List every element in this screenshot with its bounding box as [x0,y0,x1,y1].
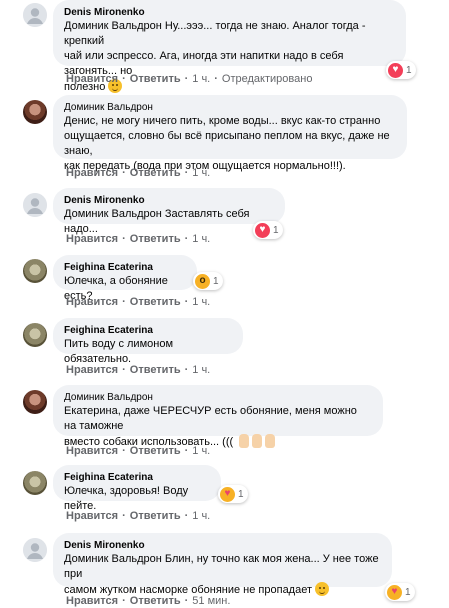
like-button[interactable]: Нравится [66,233,118,245]
comment-text: Денис, не могу ничего пить, кроме воды..… [64,115,390,172]
like-button[interactable]: Нравится [66,595,118,607]
avatar[interactable] [23,471,47,495]
mention-link[interactable]: Доминик Вальдрон [64,208,162,220]
wow-reaction-icon: o [195,273,210,289]
mention-link[interactable]: Доминик Вальдрон [64,553,162,565]
comment-author[interactable]: Доминик Вальдрон [64,391,371,404]
avatar[interactable] [23,390,47,414]
comment-time[interactable]: 1 ч. [192,296,210,308]
avatar[interactable] [23,259,47,283]
avatar[interactable] [23,538,47,562]
comment-time[interactable]: 1 ч. [192,510,210,522]
comment-actions: Нравится · Ответить · 1 ч. [66,445,211,457]
avatar[interactable] [23,323,47,347]
comment-author[interactable]: Denis Mironenko [64,194,273,207]
like-button[interactable]: Нравится [66,167,118,179]
comment-actions: Нравится · Ответить · 1 ч. [66,233,211,245]
comment-time[interactable]: 1 ч. [192,233,210,245]
love-reaction-icon: ♥ [388,62,403,78]
reaction-count[interactable]: ♥ 1 [218,485,248,503]
comment-author[interactable]: Feighina Ecaterina [64,324,231,337]
like-button[interactable]: Нравится [66,364,118,376]
hand-emoji-icon [252,434,263,448]
reaction-count[interactable]: o1 [193,272,223,290]
comment-bubble: Denis Mironenko Доминик Вальдрон Заставл… [53,188,285,235]
reply-button[interactable]: Ответить [130,296,181,308]
comment-actions: Нравится · Ответить · 1 ч. · Отредактирован… [66,73,313,85]
comment-text: Пить воду с лимоном обязательно. [64,338,174,365]
comment-bubble: Denis Mironenko Доминик Вальдрон Блин, н… [53,533,392,596]
avatar[interactable] [23,193,47,217]
avatar[interactable] [23,3,47,27]
comment-time[interactable]: 1 ч. [192,364,210,376]
reaction-count[interactable]: ♥ 1 [385,583,415,601]
comment-actions: Нравится · Ответить · 1 ч. [66,510,211,522]
reply-button[interactable]: Ответить [130,233,181,245]
love-reaction-icon: ♥ [255,222,270,238]
reply-button[interactable]: Ответить [130,595,181,607]
reply-button[interactable]: Ответить [130,445,181,457]
comment-time[interactable]: 1 ч. [192,445,210,457]
reply-button[interactable]: Ответить [130,73,181,85]
comment-bubble: Feighina Ecaterina Пить воду с лимоном о… [53,318,243,365]
edited-label: Отредактировано [221,73,313,85]
care-reaction-icon: ♥ [387,584,402,600]
comment-bubble: Denis Mironenko Доминик Вальдрон Ну...ээ… [53,0,406,93]
reaction-count[interactable]: ♥ 1 [386,61,416,79]
comment-bubble: Доминик Вальдрон Екатерина, даже ЧЕРЕСЧУ… [53,385,383,448]
comment-time[interactable]: 1 ч. [192,73,210,85]
hand-emoji-icon [239,434,250,448]
comment-bubble: Feighina Ecaterina Юлечка, здоровья! Вод… [53,465,221,512]
comment-actions: Нравится · Ответить · 1 ч. [66,167,211,179]
hand-emoji-icon [265,434,276,448]
reply-button[interactable]: Ответить [130,167,181,179]
smile-emoji-icon [315,582,330,596]
comment-author[interactable]: Доминик Вальдрон [64,101,395,114]
comment-bubble: Feighina Ecaterina Юлечка, а обоняние ес… [53,255,197,302]
comment-author[interactable]: Feighina Ecaterina [64,471,209,484]
like-button[interactable]: Нравится [66,445,118,457]
comment-author[interactable]: Feighina Ecaterina [64,261,185,274]
comment-time[interactable]: 51 мин. [192,595,230,607]
like-button[interactable]: Нравится [66,73,118,85]
like-button[interactable]: Нравится [66,510,118,522]
comment-text: Екатерина, даже ЧЕРЕСЧУР есть обоняние, … [64,405,357,448]
care-reaction-icon: ♥ [220,486,235,502]
comment-bubble: Доминик Вальдрон Денис, не могу ничего п… [53,95,407,172]
comment-author[interactable]: Denis Mironenko [64,6,394,19]
comment-actions: Нравится · Ответить · 1 ч. [66,364,211,376]
reaction-count[interactable]: ♥ 1 [253,221,283,239]
comment-author[interactable]: Denis Mironenko [64,539,380,552]
reply-button[interactable]: Ответить [130,510,181,522]
comment-time[interactable]: 1 ч. [192,167,210,179]
reply-button[interactable]: Ответить [130,364,181,376]
comment-actions: Нравится · Ответить · 51 мин. [66,595,231,607]
avatar[interactable] [23,100,47,124]
like-button[interactable]: Нравится [66,296,118,308]
comment-actions: Нравится · Ответить · 1 ч. [66,296,211,308]
comment-text: Доминик Вальдрон Блин, ну точно как моя … [64,553,379,596]
mention-link[interactable]: Доминик Вальдрон [64,20,162,32]
